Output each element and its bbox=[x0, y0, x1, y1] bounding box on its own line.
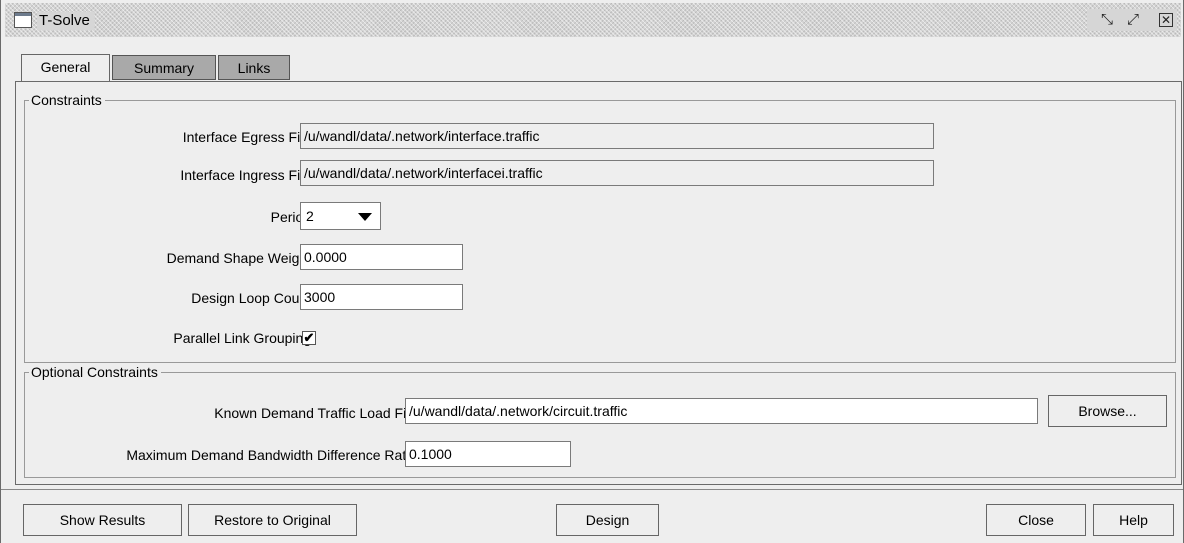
design-loop-count-input[interactable]: 3000 bbox=[300, 284, 463, 310]
show-results-button[interactable]: Show Results bbox=[23, 504, 182, 536]
general-tab-panel: Constraints Interface Egress File: /u/wa… bbox=[15, 81, 1182, 485]
ingress-file-label: Interface Ingress File: bbox=[180, 167, 315, 183]
window-controls: ⤡ ⤢ ✕ bbox=[1087, 9, 1177, 31]
period-value: 2 bbox=[306, 208, 314, 224]
known-demand-traffic-load-file-label: Known Demand Traffic Load File: bbox=[214, 405, 421, 421]
t-solve-window: T-Solve ⤡ ⤢ ✕ General Summary Links Cons… bbox=[0, 0, 1184, 543]
maximize-icon[interactable]: ⤢ bbox=[1127, 9, 1139, 31]
design-button[interactable]: Design bbox=[556, 504, 659, 536]
demand-shape-weight-label: Demand Shape Weight: bbox=[166, 250, 315, 266]
egress-file-field[interactable]: /u/wandl/data/.network/interface.traffic bbox=[300, 123, 934, 149]
constraints-title: Constraints bbox=[29, 91, 105, 109]
egress-file-label: Interface Egress File: bbox=[182, 129, 315, 145]
close-button[interactable]: Close bbox=[986, 504, 1086, 536]
parallel-link-grouping-label: Parallel Link Grouping: bbox=[173, 330, 315, 346]
browse-button[interactable]: Browse... bbox=[1048, 395, 1167, 427]
tab-links[interactable]: Links bbox=[218, 55, 290, 80]
tab-general[interactable]: General bbox=[21, 54, 110, 81]
tab-summary[interactable]: Summary bbox=[112, 55, 216, 80]
parallel-link-grouping-checkbox[interactable]: ✔ bbox=[302, 331, 316, 345]
design-loop-count-label: Design Loop Count: bbox=[191, 290, 315, 306]
period-dropdown[interactable]: 2 bbox=[300, 202, 381, 230]
known-demand-traffic-load-file-input[interactable]: /u/wandl/data/.network/circuit.traffic bbox=[405, 398, 1038, 424]
restore-to-original-button[interactable]: Restore to Original bbox=[188, 504, 357, 536]
max-demand-bandwidth-ratio-input[interactable]: 0.1000 bbox=[405, 441, 571, 467]
window-icon bbox=[14, 12, 32, 28]
max-demand-bandwidth-ratio-label: Maximum Demand Bandwidth Difference Rati… bbox=[126, 447, 421, 463]
ingress-file-field[interactable]: /u/wandl/data/.network/interfacei.traffi… bbox=[300, 160, 934, 186]
constraints-group: Constraints Interface Egress File: /u/wa… bbox=[24, 91, 1176, 363]
demand-shape-weight-input[interactable]: 0.0000 bbox=[300, 244, 463, 270]
optional-constraints-group: Optional Constraints Known Demand Traffi… bbox=[24, 363, 1176, 478]
footer-divider bbox=[1, 489, 1183, 490]
chevron-down-icon bbox=[358, 213, 372, 221]
optional-constraints-title: Optional Constraints bbox=[29, 363, 161, 381]
close-icon[interactable]: ✕ bbox=[1159, 13, 1173, 27]
title-bar[interactable]: T-Solve ⤡ ⤢ ✕ bbox=[5, 3, 1181, 37]
help-button[interactable]: Help bbox=[1093, 504, 1174, 536]
window-title: T-Solve bbox=[37, 12, 94, 30]
minimize-icon[interactable]: ⤡ bbox=[1101, 9, 1113, 31]
